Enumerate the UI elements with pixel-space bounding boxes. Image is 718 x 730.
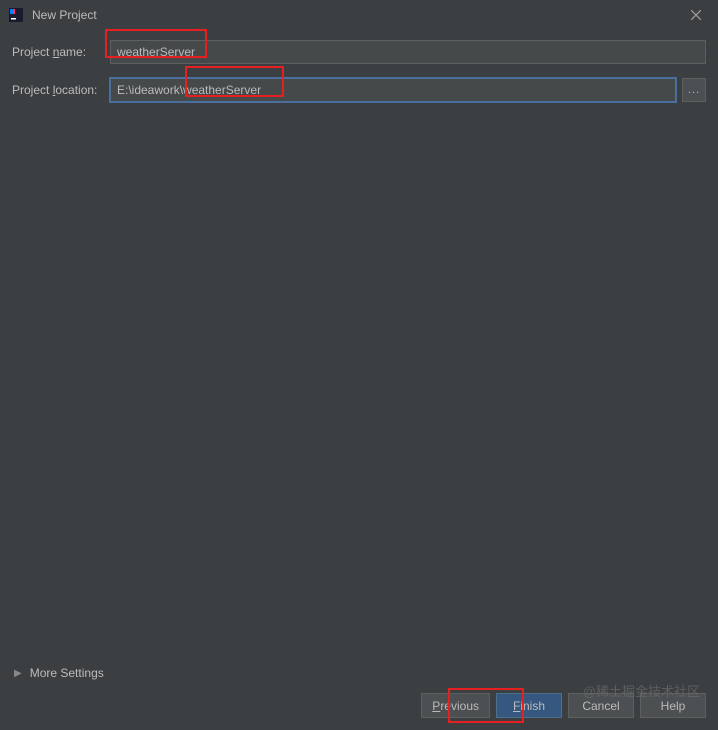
project-name-label: Project name: (12, 45, 110, 59)
finish-button[interactable]: Finish (496, 693, 562, 718)
chevron-right-icon: ▶ (14, 668, 22, 679)
window-title: New Project (32, 8, 97, 22)
titlebar: New Project (0, 0, 718, 30)
close-icon[interactable] (682, 5, 710, 25)
project-name-input[interactable] (110, 40, 706, 64)
project-location-row: Project location: ... (12, 78, 706, 102)
content-area: Project name: Project location: ... (0, 30, 718, 126)
previous-button[interactable]: Previous (421, 693, 490, 718)
more-settings-label: More Settings (30, 666, 104, 680)
browse-button[interactable]: ... (682, 78, 706, 102)
intellij-icon (8, 7, 24, 23)
help-button[interactable]: Help (640, 693, 706, 718)
project-location-input[interactable] (110, 78, 676, 102)
button-bar: Previous Finish Cancel Help (421, 693, 706, 718)
more-settings-toggle[interactable]: ▶ More Settings (14, 666, 104, 680)
cancel-button[interactable]: Cancel (568, 693, 634, 718)
project-name-row: Project name: (12, 40, 706, 64)
project-location-label: Project location: (12, 83, 110, 97)
